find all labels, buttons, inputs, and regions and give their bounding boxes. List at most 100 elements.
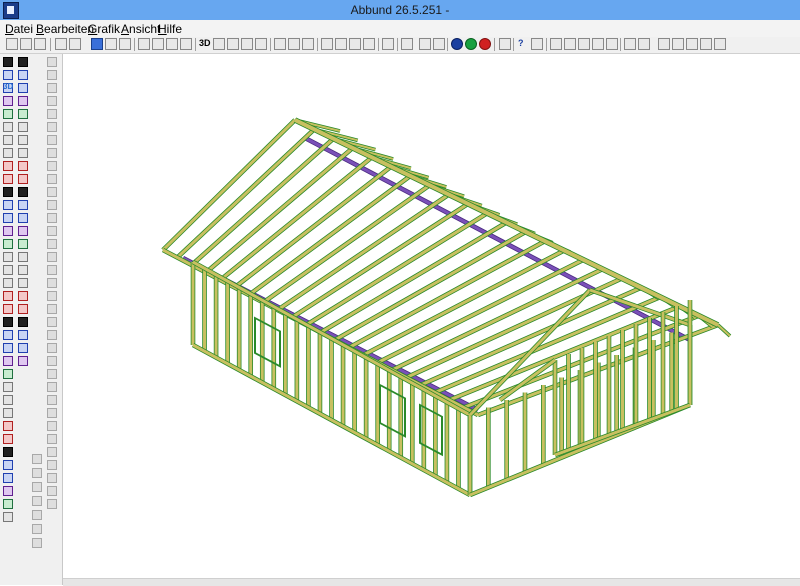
view-3d-tool[interactable]: 3D (3, 82, 13, 91)
lcol2-tool-icon[interactable] (18, 213, 28, 223)
lcol2-tool-icon[interactable] (18, 226, 28, 236)
lcol3-tool-icon[interactable] (47, 226, 57, 236)
lcol3-tool-icon[interactable] (47, 408, 57, 418)
lcol3-tool-icon[interactable] (47, 382, 57, 392)
lcol3-tool-icon[interactable] (47, 70, 57, 80)
lcol3-tool-icon[interactable] (47, 291, 57, 301)
window-4-icon[interactable] (180, 38, 192, 50)
lcol1-tool-icon[interactable] (3, 421, 13, 431)
lcol1-tool-icon[interactable] (3, 447, 13, 457)
lcol2-tool-icon[interactable] (18, 278, 28, 288)
lcol2-tool-icon[interactable] (32, 454, 42, 464)
lcol3-tool-icon[interactable] (47, 109, 57, 119)
lcol1-tool-icon[interactable] (3, 343, 13, 353)
lcol3-tool-icon[interactable] (47, 486, 57, 496)
image-1-icon[interactable] (658, 38, 670, 50)
lcol3-tool-icon[interactable] (47, 161, 57, 171)
lcol2-tool-icon[interactable] (18, 252, 28, 262)
lcol1-tool-icon[interactable] (3, 226, 13, 236)
lcol1-tool-icon[interactable] (3, 499, 13, 509)
undo-icon[interactable] (382, 38, 394, 50)
lcol3-tool-icon[interactable] (47, 499, 57, 509)
lcol3-tool-icon[interactable] (47, 317, 57, 327)
lcol3-tool-icon[interactable] (47, 304, 57, 314)
lcol1-tool-icon[interactable] (3, 252, 13, 262)
lcol2-tool-icon[interactable] (18, 96, 28, 106)
view-top-icon[interactable] (241, 38, 253, 50)
lcol3-tool-icon[interactable] (47, 421, 57, 431)
lcol2-tool-icon[interactable] (18, 304, 28, 314)
lcol2-tool-icon[interactable] (32, 468, 42, 478)
lcol2-tool-icon[interactable] (18, 239, 28, 249)
lcol3-tool-icon[interactable] (47, 135, 57, 145)
view-front-icon[interactable] (213, 38, 225, 50)
lcol2-tool-icon[interactable] (18, 161, 28, 171)
monitor-icon[interactable] (624, 38, 636, 50)
lcol1-tool-icon[interactable] (3, 265, 13, 275)
lcol3-tool-icon[interactable] (47, 265, 57, 275)
layers-icon[interactable] (91, 38, 103, 50)
lcol1-tool-icon[interactable] (3, 330, 13, 340)
lcol1-tool-icon[interactable] (3, 382, 13, 392)
lcol3-tool-icon[interactable] (47, 96, 57, 106)
lcol1-tool-icon[interactable] (3, 161, 13, 171)
image-5-icon[interactable] (714, 38, 726, 50)
view-iso-icon[interactable] (255, 38, 267, 50)
drawing-canvas[interactable] (63, 54, 800, 578)
print-icon[interactable] (55, 38, 67, 50)
render-3-icon[interactable] (302, 38, 314, 50)
lcol2-tool-icon[interactable] (18, 122, 28, 132)
lcol2-tool-icon[interactable] (18, 57, 28, 67)
lcol1-tool-icon[interactable] (3, 408, 13, 418)
check-icon[interactable] (419, 38, 431, 50)
zoom-window-icon[interactable] (363, 38, 375, 50)
status-green-icon[interactable] (465, 38, 477, 50)
lcol3-tool-icon[interactable] (47, 148, 57, 158)
lcol1-tool-icon[interactable] (3, 278, 13, 288)
new-file-icon[interactable] (6, 38, 18, 50)
lcol1-tool-icon[interactable] (3, 356, 13, 366)
zoom-out-icon[interactable] (335, 38, 347, 50)
lcol2-tool-icon[interactable] (18, 148, 28, 158)
list-2-icon[interactable] (564, 38, 576, 50)
lcol2-tool-icon[interactable] (18, 200, 28, 210)
lcol2-tool-icon[interactable] (18, 135, 28, 145)
help-icon[interactable]: ? (518, 38, 524, 48)
delete-icon[interactable] (433, 38, 445, 50)
lcol3-tool-icon[interactable] (47, 369, 57, 379)
lcol2-tool-icon[interactable] (18, 356, 28, 366)
lcol3-tool-icon[interactable] (47, 252, 57, 262)
lcol3-tool-icon[interactable] (47, 278, 57, 288)
lcol2-tool-icon[interactable] (32, 510, 42, 520)
lcol2-tool-icon[interactable] (18, 109, 28, 119)
lcol3-tool-icon[interactable] (47, 356, 57, 366)
lcol1-tool-icon[interactable] (3, 122, 13, 132)
zoom-in-icon[interactable] (321, 38, 333, 50)
view-side-icon[interactable] (227, 38, 239, 50)
lcol1-tool-icon[interactable] (3, 460, 13, 470)
info-icon[interactable] (451, 38, 463, 50)
lcol2-tool-icon[interactable] (18, 291, 28, 301)
lcol1-tool-icon[interactable] (3, 200, 13, 210)
lcol3-tool-icon[interactable] (47, 187, 57, 197)
lcol2-tool-icon[interactable] (18, 343, 28, 353)
render-1-icon[interactable] (274, 38, 286, 50)
lcol3-tool-icon[interactable] (47, 434, 57, 444)
lcol1-tool-icon[interactable] (3, 109, 13, 119)
lcol2-tool-icon[interactable] (18, 265, 28, 275)
lcol3-tool-icon[interactable] (47, 213, 57, 223)
lcol1-tool-icon[interactable] (3, 486, 13, 496)
context-help-icon[interactable] (531, 38, 543, 50)
lcol2-tool-icon[interactable] (32, 524, 42, 534)
lcol1-tool-icon[interactable] (3, 512, 13, 522)
lcol1-tool-icon[interactable] (3, 135, 13, 145)
save-icon[interactable] (34, 38, 46, 50)
export-icon[interactable] (69, 38, 81, 50)
lcol3-tool-icon[interactable] (47, 447, 57, 457)
lcol3-tool-icon[interactable] (47, 395, 57, 405)
lcol2-tool-icon[interactable] (18, 70, 28, 80)
lcol2-tool-icon[interactable] (18, 330, 28, 340)
menu-grafik[interactable]: Grafik (88, 22, 120, 36)
lcol3-tool-icon[interactable] (47, 460, 57, 470)
lcol2-tool-icon[interactable] (18, 187, 28, 197)
